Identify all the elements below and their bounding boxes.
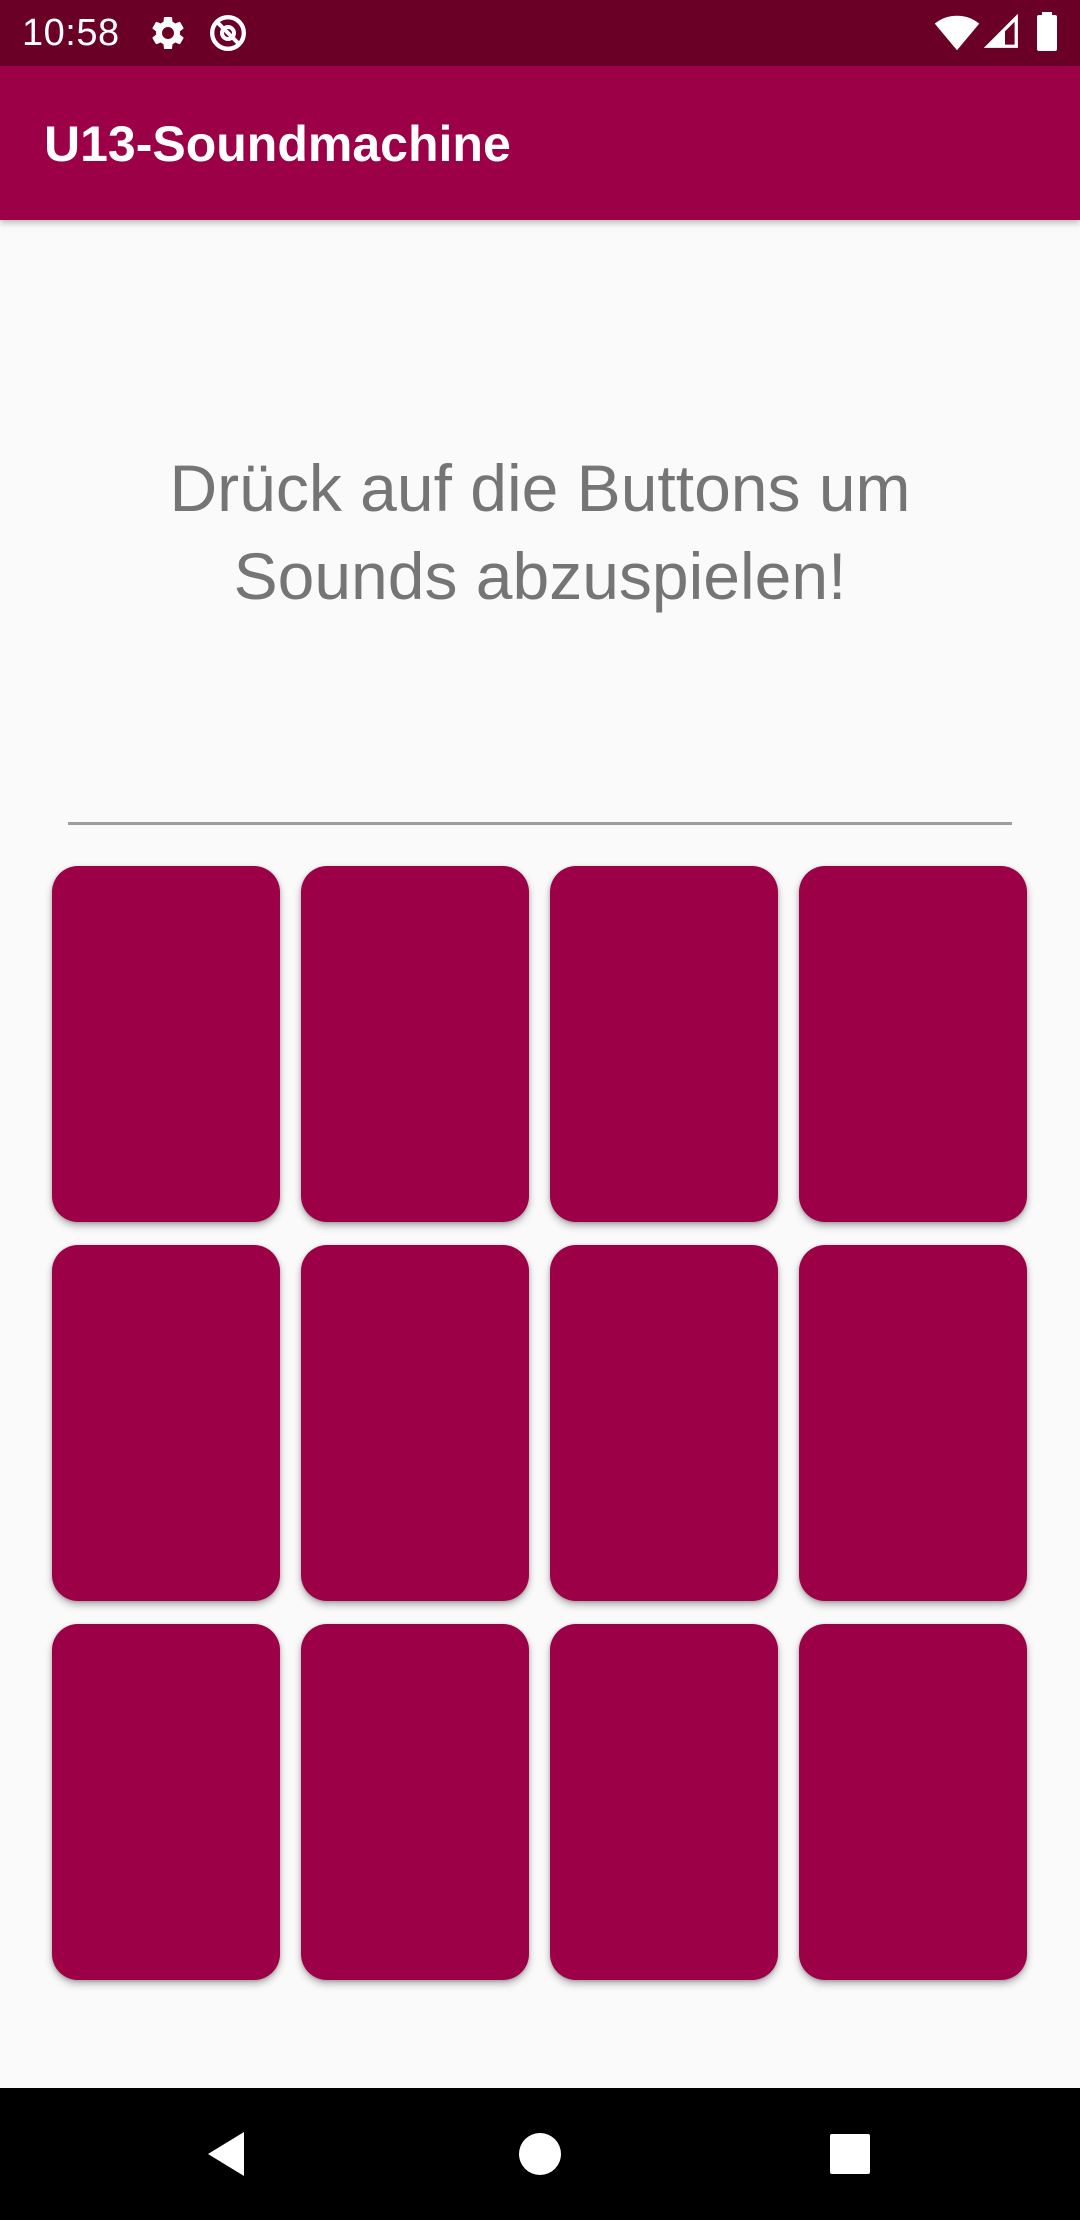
sound-button-12[interactable]	[799, 1624, 1027, 1980]
wifi-icon	[934, 12, 980, 52]
signal-icon	[983, 13, 1020, 50]
home-icon[interactable]	[510, 2124, 570, 2184]
sound-button-7[interactable]	[550, 1245, 778, 1601]
app-bar: U13-Soundmachine	[0, 66, 1080, 220]
sound-button-5[interactable]	[52, 1245, 280, 1601]
sound-button-6[interactable]	[301, 1245, 529, 1601]
recents-icon[interactable]	[820, 2124, 880, 2184]
battery-icon	[1036, 12, 1058, 52]
sound-button-10[interactable]	[301, 1624, 529, 1980]
status-bar: 10:58	[0, 0, 1080, 66]
sound-button-grid	[52, 866, 1028, 1980]
sound-button-3[interactable]	[550, 866, 778, 1222]
sound-button-11[interactable]	[550, 1624, 778, 1980]
navigation-bar	[0, 2088, 1080, 2220]
instruction-text: Drück auf die Buttons um Sounds abzuspie…	[169, 451, 911, 613]
sound-button-8[interactable]	[799, 1245, 1027, 1601]
back-icon[interactable]	[196, 2124, 256, 2184]
gear-icon	[148, 13, 188, 53]
sound-button-2[interactable]	[301, 866, 529, 1222]
app-title: U13-Soundmachine	[44, 116, 511, 172]
sound-button-4[interactable]	[799, 866, 1027, 1222]
divider	[68, 822, 1012, 825]
status-time: 10:58	[22, 12, 120, 54]
sound-button-9[interactable]	[52, 1624, 280, 1980]
sound-button-1[interactable]	[52, 866, 280, 1222]
at-sign-icon	[208, 13, 248, 53]
